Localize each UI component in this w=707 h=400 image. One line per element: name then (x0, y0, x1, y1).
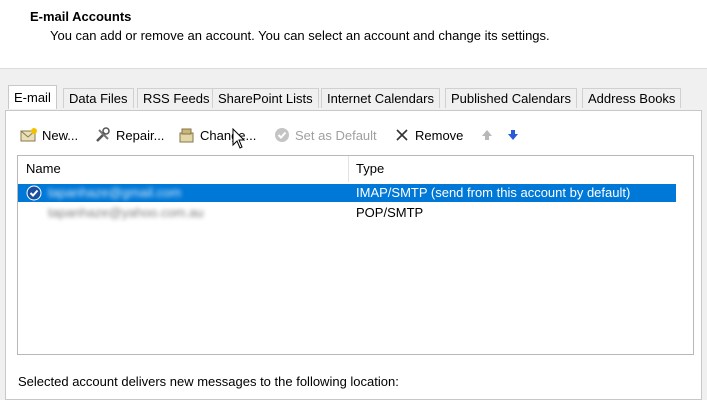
tab-published-calendars[interactable]: Published Calendars (445, 88, 577, 108)
tab-strip: E-mail Data Files RSS Feeds SharePoint L… (8, 85, 698, 110)
move-down-button[interactable] (504, 124, 526, 146)
delivery-location-text: Selected account delivers new messages t… (18, 374, 399, 389)
column-header-label: Name (26, 161, 61, 176)
remove-account-label: Remove (415, 127, 464, 143)
tab-email[interactable]: E-mail (8, 85, 57, 109)
new-mail-icon (20, 126, 38, 144)
arrow-up-icon (478, 126, 496, 144)
change-account-label: Change... (200, 127, 257, 143)
dialog-title: E-mail Accounts (30, 9, 132, 24)
tab-label: Address Books (588, 91, 676, 106)
tab-label: RSS Feeds (143, 91, 210, 106)
set-as-default-button[interactable]: Set as Default (273, 124, 377, 146)
account-row[interactable]: tapanhaze@gmail.com IMAP/SMTP (send from… (18, 184, 676, 202)
tab-label: Published Calendars (451, 91, 571, 106)
tab-rss-feeds[interactable]: RSS Feeds (137, 88, 216, 108)
checkmark-circle-icon (273, 126, 291, 144)
account-type: IMAP/SMTP (send from this account by def… (356, 185, 631, 200)
account-row[interactable]: tapanhaze@yahoo.com.au POP/SMTP (18, 204, 676, 222)
tab-label: Data Files (69, 91, 128, 106)
accounts-list: Name Type tapanhaze@gmail.com IMAP/SMTP … (17, 155, 694, 355)
close-icon (393, 126, 411, 144)
account-email: tapanhaze@yahoo.com.au (48, 205, 204, 220)
repair-account-button[interactable]: Repair... (94, 124, 164, 146)
dialog-subtitle: You can add or remove an account. You ca… (50, 28, 550, 43)
tab-sharepoint-lists[interactable]: SharePoint Lists (212, 88, 319, 108)
default-account-check-icon (26, 185, 42, 206)
tab-label: Internet Calendars (327, 91, 434, 106)
arrow-down-icon (504, 126, 522, 144)
new-account-label: New... (42, 127, 79, 143)
dialog-header: E-mail Accounts You can add or remove an… (0, 0, 707, 69)
tab-address-books[interactable]: Address Books (582, 88, 682, 108)
account-name: tapanhaze@gmail.com (48, 184, 348, 202)
remove-account-button[interactable]: Remove (393, 124, 463, 146)
account-email: tapanhaze@gmail.com (48, 185, 182, 200)
tab-label: E-mail (14, 90, 51, 105)
account-toolbar: New... Repair... Change... Set as Defaul… (16, 124, 616, 146)
column-header-label: Type (356, 161, 385, 176)
new-account-button[interactable]: New... (20, 124, 78, 146)
tab-label: SharePoint Lists (218, 91, 313, 106)
account-type: POP/SMTP (356, 205, 424, 220)
repair-account-label: Repair... (116, 127, 165, 143)
move-up-button[interactable] (478, 124, 500, 146)
repair-tools-icon (94, 126, 112, 144)
set-as-default-label: Set as Default (295, 127, 377, 143)
mouse-cursor-icon (232, 128, 246, 149)
account-name: tapanhaze@yahoo.com.au (48, 204, 348, 222)
column-header-type[interactable]: Type (348, 156, 668, 182)
column-header-name[interactable]: Name (18, 156, 348, 182)
tab-data-files[interactable]: Data Files (63, 88, 134, 108)
tab-internet-calendars[interactable]: Internet Calendars (321, 88, 440, 108)
change-settings-icon (178, 126, 196, 144)
